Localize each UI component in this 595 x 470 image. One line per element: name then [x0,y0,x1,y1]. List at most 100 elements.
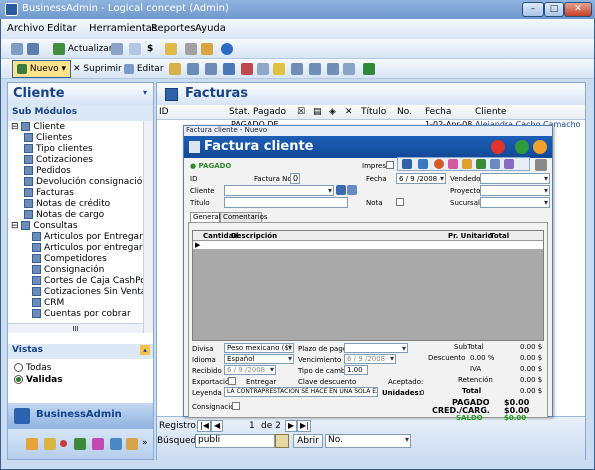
action-icon[interactable] [504,159,514,169]
grid-icon[interactable] [111,43,123,55]
menu-ayuda[interactable]: Ayuda [195,23,226,34]
find-icon[interactable] [223,63,235,75]
tree-item-consultas[interactable]: ⊟ Consultas [11,221,78,232]
arrow-icon[interactable] [418,159,428,169]
plazo-select[interactable] [344,343,408,353]
help-icon[interactable] [533,140,547,154]
suprimir-button[interactable]: ✕ Suprimir [73,61,122,77]
module-icon[interactable] [74,438,86,450]
proyecto-select[interactable] [480,185,550,196]
print-icon[interactable] [535,159,547,171]
view-validas[interactable]: Validas [14,375,63,385]
open-cliente-icon[interactable] [347,185,357,195]
leyenda-input[interactable]: LA CONTRAPRESTACION SE HACE EN UNA SOLA … [224,387,378,397]
print-preview-icon[interactable] [11,43,23,55]
status-icon[interactable]: ◈ [329,107,336,117]
col-titulo[interactable]: Título [361,107,386,117]
action-icon[interactable] [490,159,500,169]
abrir-button[interactable]: Abrir [293,434,323,448]
clear-search-icon[interactable] [275,434,289,448]
nuevo-button[interactable]: Nuevo ▾ [12,60,72,78]
sort-icon[interactable] [187,63,199,75]
info-icon[interactable] [221,43,233,55]
action-icon[interactable] [476,159,486,169]
menu-archivo[interactable]: Archivo [7,23,44,34]
tipo-cambio-input[interactable]: 1.00 [344,365,368,375]
impreso-checkbox[interactable] [386,161,394,169]
nota-checkbox[interactable] [396,198,404,206]
module-icon[interactable] [44,438,56,450]
tree-item-consulta[interactable]: CRM [32,298,64,309]
tree-item-consulta[interactable]: Cuentas por cobrar [32,309,131,320]
tree-vertical-scrollbar[interactable] [143,121,153,333]
recibido-picker[interactable]: 6 / 9 /2008 [224,365,276,375]
menu-reportes[interactable]: Reportes [151,23,196,34]
collapse-icon[interactable]: ▴ [140,345,150,355]
currency-icon[interactable]: $ [147,41,153,57]
tree-item-consulta[interactable]: Competidores [32,254,107,265]
maximize-button[interactable]: □ [544,2,564,17]
funnel-icon[interactable] [309,63,321,75]
print-icon[interactable] [27,43,39,55]
tree-item-devolucion[interactable]: Devolución consignación [24,177,143,188]
sucursal-select[interactable] [480,197,550,208]
idioma-select[interactable]: Español [224,354,294,364]
folder-icon[interactable] [165,43,177,55]
close-button[interactable]: ✕ [564,2,592,17]
close-dialog-icon[interactable] [491,140,505,154]
module-icon[interactable] [60,440,67,447]
next-record-button[interactable]: ▶ [285,420,297,432]
module-icon[interactable] [26,438,38,450]
tree-item-clientes[interactable]: Clientes [24,133,72,144]
view-todas[interactable]: Todas [14,363,51,373]
tree-item-facturas[interactable]: Facturas [24,188,74,199]
fecha-picker[interactable]: 6 / 9 /2008 [396,173,446,184]
consignacion-checkbox[interactable] [232,402,240,410]
tree-item-consulta[interactable]: Consignación [32,265,104,276]
filter-icon[interactable] [169,63,181,75]
save-icon[interactable] [515,140,529,154]
action-icon[interactable] [462,159,472,169]
tree-horizontal-scrollbar[interactable]: III [8,323,143,333]
exportacion-checkbox[interactable] [228,377,236,385]
radio-validas[interactable] [14,375,23,384]
editar-button[interactable]: Editar [124,61,164,77]
divisa-select[interactable]: Peso mexicano ($) [224,343,294,353]
report-icon[interactable] [402,159,412,169]
actualizar-button[interactable]: Actualizar [53,41,113,57]
remove-filter-icon[interactable] [241,63,253,75]
tab-general[interactable]: General [190,212,221,222]
action-icon[interactable] [434,159,444,169]
attachment-icon[interactable]: ☒ [297,107,305,117]
titulo-input[interactable] [224,197,348,208]
search-cliente-icon[interactable] [336,185,346,195]
chevron-right-icon[interactable]: » [142,438,148,448]
doc-icon[interactable]: ▤ [313,107,322,117]
line-items-grid[interactable]: Cantidad Descripción Pr. Unitario Total … [192,230,544,341]
factura-no-input[interactable]: 0 [290,173,300,184]
collapse-icon[interactable]: ▾ [143,88,147,97]
tree-item-tipo-clientes[interactable]: Tipo clientes [24,144,93,155]
check-icon[interactable] [327,63,339,75]
col-stat-pagado[interactable]: Stat. Pagado [229,107,286,117]
search-input[interactable]: publi [195,434,275,448]
notes-icon[interactable] [273,63,285,75]
tree-item-consulta[interactable]: Articulos por Entregar [32,232,143,243]
col-id[interactable]: ID [159,107,169,117]
cliente-select[interactable] [224,185,334,196]
tree-item-consulta[interactable]: Articulos por entregar [32,243,143,254]
tools-icon[interactable] [185,43,197,55]
last-record-button[interactable]: ▶| [297,420,311,432]
tree-item-notas-credito[interactable]: Notas de crédito [24,199,110,210]
menu-editar[interactable]: Editar [47,23,77,34]
module-icon[interactable] [126,438,138,450]
tree-item-cotizaciones[interactable]: Cotizaciones [24,155,93,166]
excel-icon[interactable] [363,63,375,75]
prev-record-button[interactable]: ◀ [211,420,223,432]
tree-item-pedidos[interactable]: Pedidos [24,166,71,177]
radio-todas[interactable] [14,363,23,372]
minimize-button[interactable]: – [522,2,544,17]
sort-desc-icon[interactable] [205,63,217,75]
tree-item-consulta[interactable]: Cortes de Caja CashPoi [32,276,143,287]
col-no[interactable]: No. [397,107,412,117]
